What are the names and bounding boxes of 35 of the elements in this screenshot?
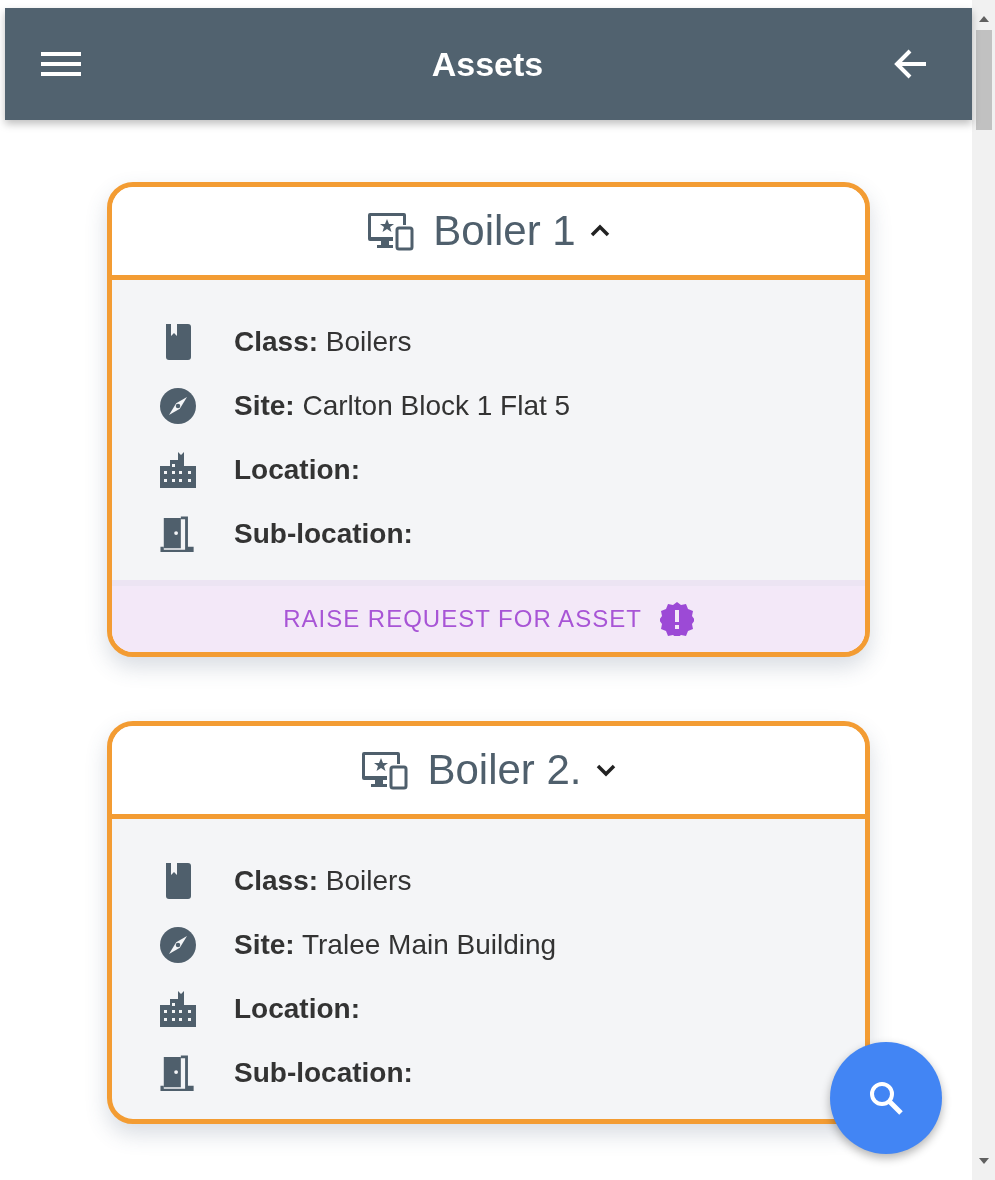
menu-button[interactable]: [41, 50, 81, 78]
buildings-icon: [160, 452, 196, 488]
compass-icon: [160, 388, 196, 424]
back-arrow-icon: [894, 49, 928, 79]
door-icon: [160, 516, 196, 552]
field-text: Location:: [234, 454, 360, 486]
scrollbar[interactable]: [972, 0, 995, 1180]
page-title: Assets: [431, 44, 544, 84]
back-button[interactable]: [894, 49, 928, 79]
search-button[interactable]: [830, 1042, 942, 1154]
menu-icon: [41, 50, 81, 78]
field-text: Sub-location:: [234, 518, 413, 550]
field-text: Site: Tralee Main Building: [234, 929, 557, 961]
card-header[interactable]: Boiler 1: [112, 187, 865, 280]
scrollbar-thumb[interactable]: [975, 30, 992, 130]
field-text: Class: Boilers: [234, 865, 412, 897]
compass-icon: [160, 927, 196, 963]
scroll-down-arrow-icon[interactable]: [978, 1158, 989, 1164]
devices-icon: [367, 211, 416, 251]
raise-request-button[interactable]: RAISE REQUEST FOR ASSET: [112, 580, 865, 652]
search-icon: [868, 1080, 904, 1116]
buildings-icon: [160, 991, 196, 1027]
scroll-up-arrow-icon[interactable]: [978, 16, 989, 22]
field-text: Sub-location:: [234, 1057, 413, 1089]
alert-badge-icon: [659, 602, 694, 636]
card-header[interactable]: Boiler 2.: [112, 726, 865, 819]
field-text: Class: Boilers: [234, 326, 412, 358]
chevron-down-icon[interactable]: [595, 762, 616, 778]
asset-title: Boiler 1: [433, 207, 576, 255]
door-icon: [160, 1055, 196, 1091]
devices-icon: [361, 750, 410, 790]
field-text: Location:: [234, 993, 360, 1025]
field-text: Site: Carlton Block 1 Flat 5: [234, 390, 571, 422]
asset-title: Boiler 2.: [427, 746, 582, 794]
chevron-up-icon[interactable]: [589, 223, 610, 239]
